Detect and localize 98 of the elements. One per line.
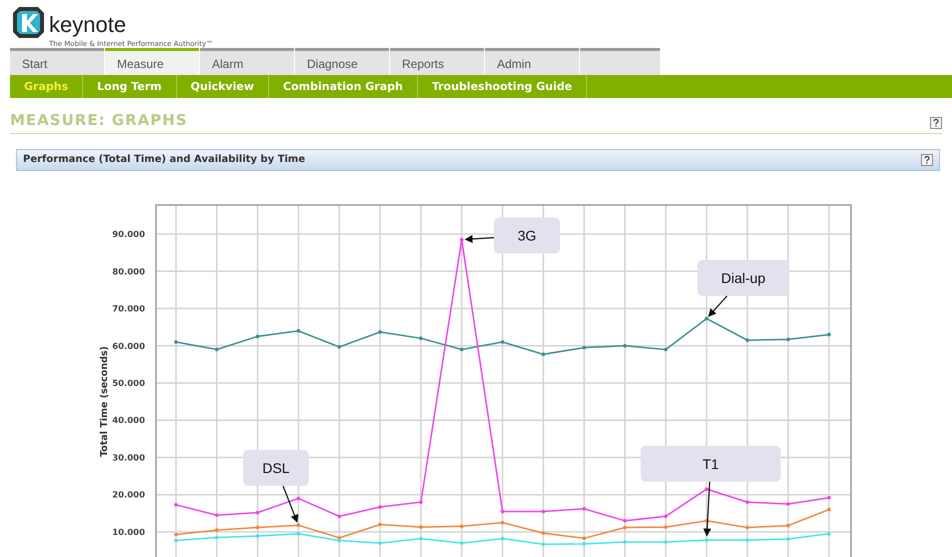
data-point bbox=[827, 532, 831, 536]
help-icon[interactable] bbox=[930, 116, 942, 128]
data-point bbox=[827, 332, 831, 336]
nav-tab[interactable]: Diagnose bbox=[295, 48, 389, 75]
data-point bbox=[174, 532, 178, 536]
data-point bbox=[500, 520, 504, 524]
data-point bbox=[296, 328, 300, 332]
data-point bbox=[460, 347, 464, 351]
data-point bbox=[419, 336, 423, 340]
data-point bbox=[542, 530, 546, 534]
data-point bbox=[664, 540, 668, 544]
data-point bbox=[215, 347, 219, 351]
data-point bbox=[623, 540, 627, 544]
data-point bbox=[623, 518, 627, 522]
data-point bbox=[256, 334, 260, 338]
data-point bbox=[256, 525, 260, 529]
brand-name: keynote bbox=[49, 14, 126, 36]
data-point bbox=[704, 538, 708, 542]
y-tick-label: 60.000 bbox=[112, 341, 145, 352]
data-point bbox=[256, 510, 260, 514]
data-point bbox=[296, 522, 300, 527]
data-point bbox=[337, 344, 342, 348]
page-title: MEASURE: GRAPHS bbox=[10, 110, 188, 131]
data-point bbox=[664, 347, 668, 351]
callout-arrow bbox=[464, 234, 494, 242]
data-point bbox=[542, 542, 546, 546]
nav-tab[interactable]: Admin bbox=[485, 48, 579, 75]
callout-label bbox=[494, 217, 560, 254]
data-point bbox=[746, 500, 750, 504]
y-tick-label: 90.000 bbox=[112, 230, 145, 240]
data-point bbox=[582, 542, 586, 546]
callout-text: T1 bbox=[702, 455, 719, 472]
data-point bbox=[786, 523, 790, 527]
y-tick-label: 80.000 bbox=[112, 266, 145, 277]
nav-tab[interactable]: Alarm bbox=[200, 48, 294, 75]
data-point bbox=[827, 495, 831, 499]
data-point bbox=[460, 524, 464, 528]
data-point bbox=[704, 518, 708, 522]
data-point bbox=[786, 337, 790, 341]
data-point bbox=[582, 345, 586, 349]
data-point bbox=[460, 237, 464, 241]
data-point bbox=[623, 343, 627, 348]
data-point bbox=[174, 538, 178, 542]
data-point bbox=[215, 528, 219, 532]
data-point bbox=[296, 532, 300, 536]
data-point bbox=[623, 525, 627, 529]
data-point bbox=[337, 514, 342, 518]
callout-arrow bbox=[282, 485, 298, 522]
data-point bbox=[378, 504, 382, 508]
data-point bbox=[378, 330, 382, 334]
help-icon[interactable] bbox=[921, 154, 933, 166]
data-point bbox=[786, 536, 790, 540]
data-point bbox=[296, 496, 300, 500]
data-point bbox=[419, 536, 423, 540]
data-point bbox=[582, 506, 586, 510]
data-point bbox=[746, 338, 750, 342]
data-point bbox=[174, 340, 178, 344]
data-point bbox=[419, 524, 423, 528]
data-point bbox=[582, 536, 586, 540]
data-point bbox=[419, 500, 423, 504]
data-point bbox=[664, 514, 668, 518]
y-tick-label: 40.000 bbox=[112, 416, 145, 426]
data-point bbox=[378, 522, 382, 526]
data-point bbox=[704, 486, 708, 490]
y-tick-label: 50.000 bbox=[112, 378, 145, 388]
y-tick-label: 70.000 bbox=[112, 304, 145, 314]
data-point bbox=[542, 352, 546, 356]
nav-tab[interactable]: Reports bbox=[390, 48, 484, 75]
data-point bbox=[786, 502, 790, 506]
data-point bbox=[378, 540, 382, 544]
callout-label bbox=[243, 449, 309, 486]
data-point bbox=[664, 524, 668, 528]
data-point bbox=[215, 512, 219, 516]
data-point bbox=[174, 502, 178, 506]
callout-arrow bbox=[708, 295, 728, 316]
callout-text: DSL bbox=[262, 459, 290, 476]
y-tick-label: 30.000 bbox=[112, 452, 145, 463]
data-point bbox=[827, 507, 831, 511]
data-point bbox=[746, 538, 750, 542]
callout-text: 3G bbox=[518, 227, 536, 244]
logo-icon bbox=[12, 6, 45, 39]
nav-tab[interactable]: Measure bbox=[105, 48, 199, 75]
y-tick-label: 20.000 bbox=[112, 490, 145, 500]
panel-title: Performance (Total Time) and Availability by Time bbox=[23, 153, 306, 167]
data-point bbox=[215, 535, 219, 539]
data-point bbox=[704, 316, 708, 320]
nav-tab[interactable]: Start bbox=[10, 48, 104, 75]
data-point bbox=[500, 536, 504, 540]
callout-arrow bbox=[703, 481, 712, 536]
data-point bbox=[500, 340, 504, 344]
data-point bbox=[542, 509, 546, 513]
y-axis-label: Total Time (seconds) bbox=[99, 346, 110, 456]
data-point bbox=[460, 540, 464, 544]
y-tick-label: 10.000 bbox=[112, 527, 145, 538]
callout-text: Dial-up bbox=[721, 269, 766, 286]
data-point bbox=[256, 534, 260, 538]
data-point bbox=[746, 525, 750, 529]
data-point bbox=[500, 509, 504, 513]
